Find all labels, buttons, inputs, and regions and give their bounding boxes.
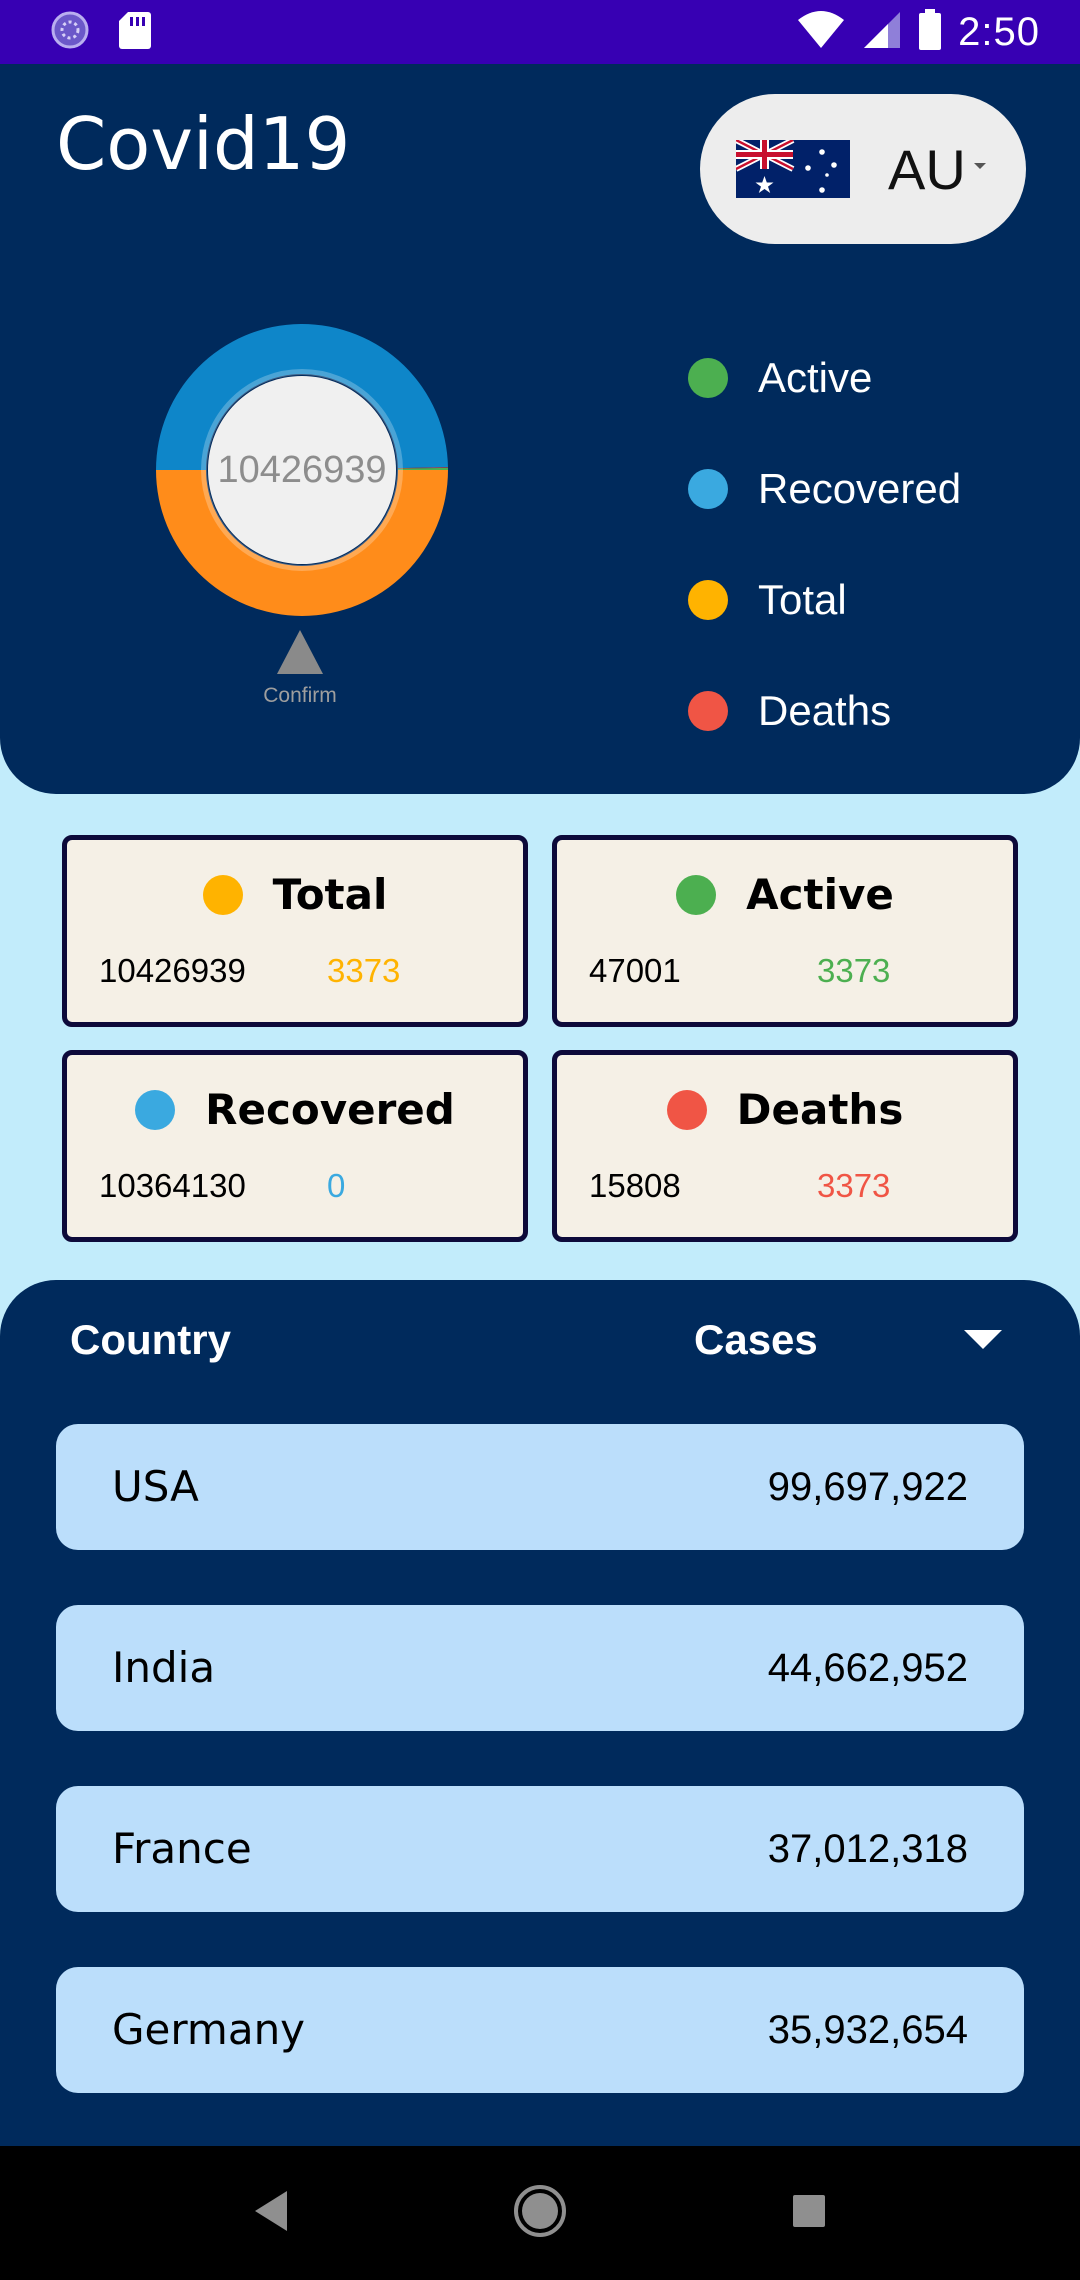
country-row-france[interactable]: France 37,012,318 [56,1786,1024,1912]
total-card: Total 10426939 3373 [62,835,528,1027]
legend-label: Deaths [758,686,892,734]
legend-item-deaths: Deaths [688,655,961,766]
battery-icon [918,8,942,56]
recovered-dot-icon [688,468,728,509]
sort-dropdown-icon[interactable] [964,1330,1002,1349]
home-icon[interactable] [512,2183,568,2244]
country-row-usa[interactable]: USA 99,697,922 [56,1424,1024,1550]
row-country: India [112,1643,216,1692]
card-value: 10364130 [99,1167,246,1204]
australia-flag-icon [736,140,850,198]
row-country: France [112,1824,252,1873]
card-delta: 0 [327,1167,346,1204]
sd-card-icon [118,10,152,55]
header-panel: Covid19 AU 10426939 Confirm Active Recov… [0,64,1080,794]
wifi-icon [796,10,846,55]
cell-signal-icon [862,10,902,55]
card-title: Recovered [205,1085,455,1134]
legend-item-active: Active [688,322,961,433]
card-value: 47001 [589,952,681,989]
country-row-germany[interactable]: Germany 35,932,654 [56,1967,1024,2093]
status-time: 2:50 [958,9,1040,54]
app-notification-icon [50,10,90,55]
legend-label: Active [758,353,873,401]
country-column-header: Country [70,1316,231,1363]
cases-donut-chart: 10426939 [152,320,452,620]
recovered-dot-icon [135,1089,176,1130]
card-value: 15808 [589,1167,681,1204]
dropdown-caret-icon [973,163,986,169]
legend-label: Recovered [758,464,962,512]
confirm-label: Confirm [263,684,337,707]
recents-icon[interactable] [789,2191,829,2236]
country-row-india[interactable]: India 44,662,952 [56,1605,1024,1731]
card-delta: 3373 [327,952,401,989]
card-delta: 3373 [817,952,891,989]
row-country: USA [112,1462,199,1511]
row-country: Germany [112,2005,306,2054]
active-dot-icon [688,357,728,398]
confirm-marker-icon [277,630,323,674]
navigation-bar [0,2146,1080,2280]
country-list-panel: Country Cases USA 99,697,922 India 44,66… [0,1280,1080,2280]
status-bar: 2:50 [0,0,1080,64]
chart-legend: Active Recovered Total Deaths [688,322,961,766]
country-code: AU [888,137,966,201]
active-dot-icon [676,874,717,915]
row-cases: 44,662,952 [767,1646,968,1690]
legend-item-recovered: Recovered [688,433,961,544]
total-dot-icon [202,874,243,915]
deaths-card: Deaths 15808 3373 [552,1050,1018,1242]
card-title: Active [746,870,894,919]
cases-column-header[interactable]: Cases [694,1316,818,1364]
legend-item-total: Total [688,544,961,655]
total-dot-icon [688,579,728,620]
donut-center-value: 10426939 [217,448,387,491]
card-delta: 3373 [817,1167,891,1204]
card-value: 10426939 [99,952,246,989]
app-screen: 2:50 Covid19 AU 10426939 Confirm Active … [0,0,1080,2280]
legend-label: Total [758,575,847,623]
deaths-dot-icon [688,690,728,731]
deaths-dot-icon [666,1089,707,1130]
recovered-card: Recovered 10364130 0 [62,1050,528,1242]
card-title: Deaths [736,1085,904,1134]
back-icon[interactable] [251,2189,291,2238]
app-title: Covid19 [56,102,351,186]
row-cases: 99,697,922 [767,1465,968,1509]
row-cases: 35,932,654 [767,2008,968,2052]
row-cases: 37,012,318 [767,1827,968,1871]
active-card: Active 47001 3373 [552,835,1018,1027]
card-title: Total [272,870,388,919]
country-selector[interactable]: AU [700,94,1026,244]
